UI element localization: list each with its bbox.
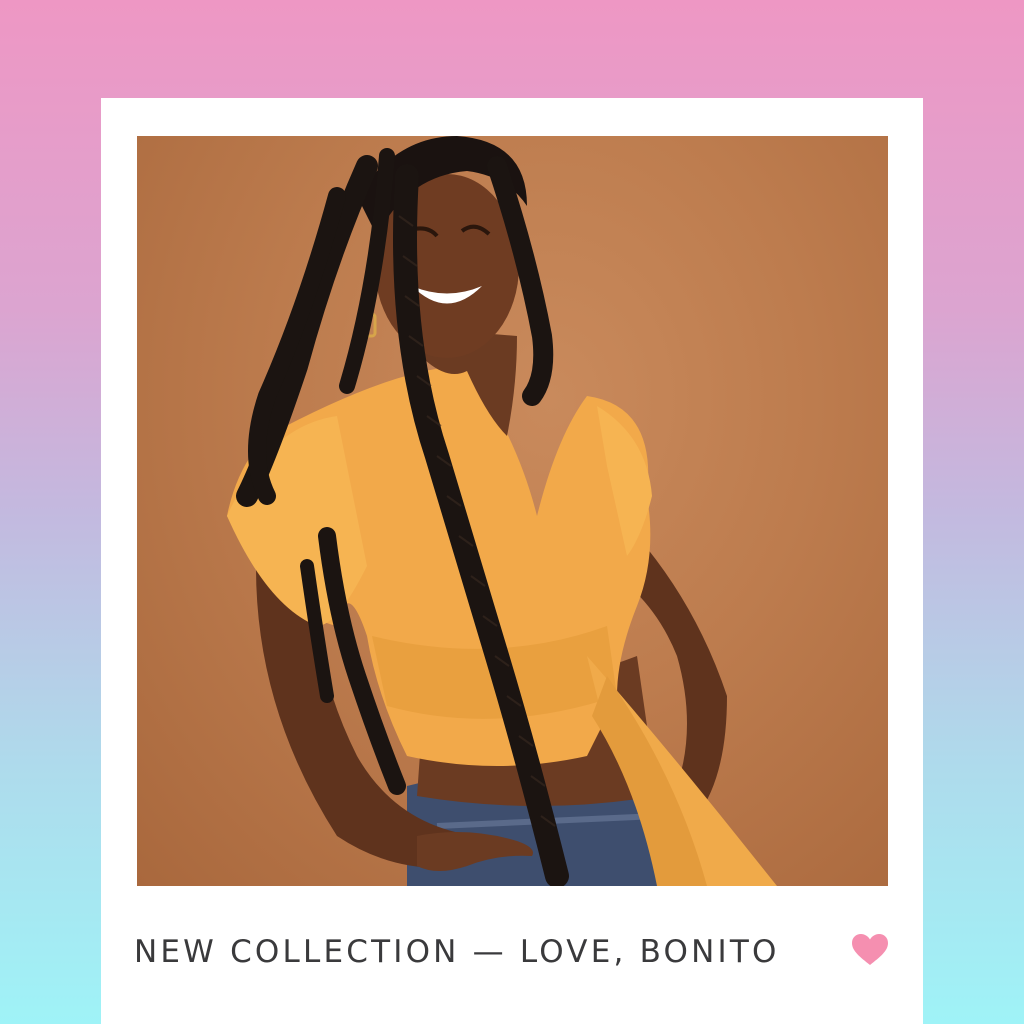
product-photo[interactable] bbox=[137, 136, 888, 886]
heart-icon[interactable] bbox=[852, 934, 888, 966]
photo-illustration bbox=[227, 136, 777, 886]
post-card: NEW COLLECTION — LOVE, BONITO bbox=[101, 98, 923, 1024]
post-caption: NEW COLLECTION — LOVE, BONITO bbox=[134, 934, 780, 970]
